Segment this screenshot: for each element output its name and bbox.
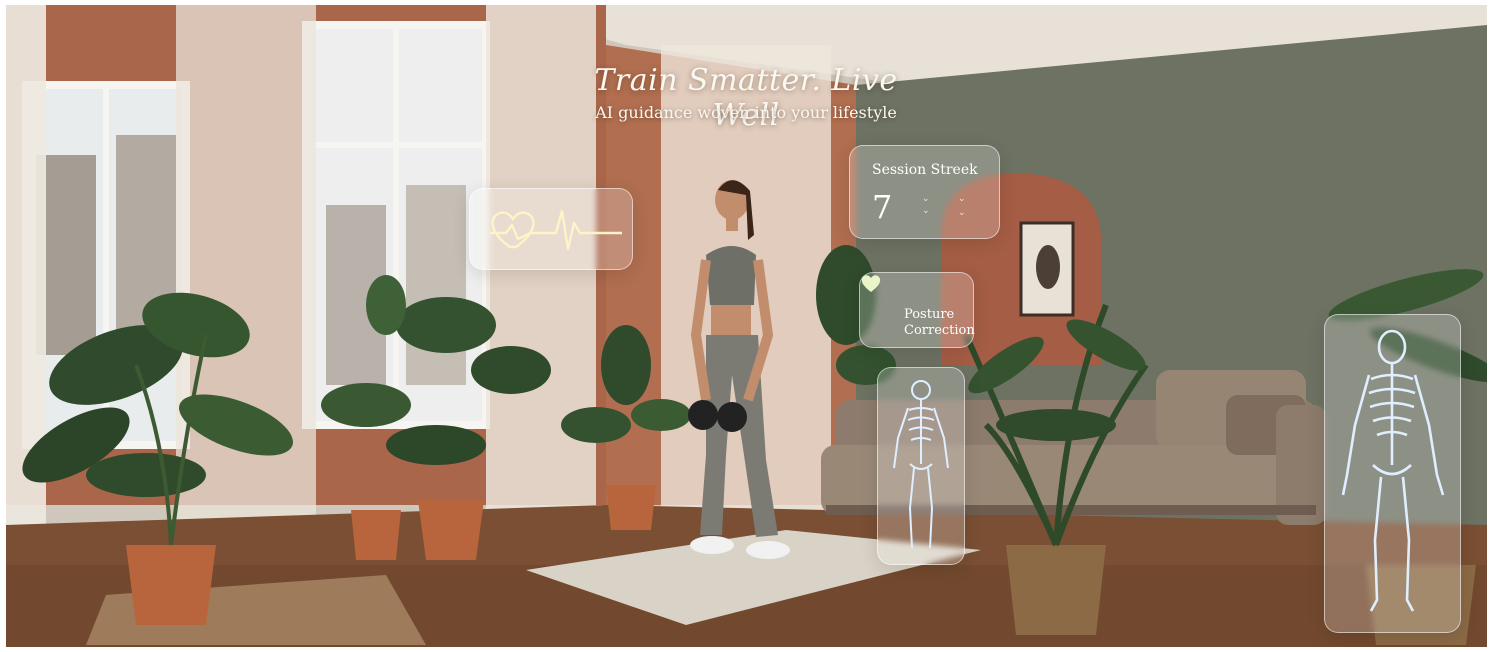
heart-rate-card[interactable] (469, 188, 633, 270)
living-room-scene: Train Smatter. Live Well AI guidance wov… (6, 5, 1487, 647)
posture-correction-label: Posture Correction (904, 307, 975, 339)
posture-label-line2: Correction (904, 323, 975, 338)
session-streak-card[interactable]: Session Streek 7 ⌄ ⌄ ⌄ ⌄ (849, 145, 1000, 239)
skeleton-scan-card-large[interactable] (1324, 314, 1461, 633)
heart-icon (861, 275, 881, 292)
curtain (6, 5, 46, 615)
skeleton-icon (893, 380, 949, 549)
posture-label-line1: Posture (904, 307, 955, 322)
chevron-down-icon: ⌄ (958, 208, 966, 218)
hero-title: Train Smatter. Live Well (594, 63, 898, 133)
chevron-down-icon: ⌄ (958, 194, 966, 204)
hero-subtitle: AI guidance woven into your lifestyle (595, 103, 897, 122)
session-streak-label: Session Streek (872, 162, 978, 178)
session-streak-value: 7 (872, 188, 893, 226)
skeleton-scan-card[interactable] (877, 367, 965, 565)
skeleton-icon (1341, 329, 1445, 612)
heart-pulse-icon (490, 209, 622, 251)
chevron-down-icon: ⌄ (922, 206, 930, 216)
window-right (302, 21, 490, 429)
chevron-down-icon: ⌄ (922, 194, 930, 204)
posture-correction-card[interactable]: Posture Correction (859, 272, 975, 348)
